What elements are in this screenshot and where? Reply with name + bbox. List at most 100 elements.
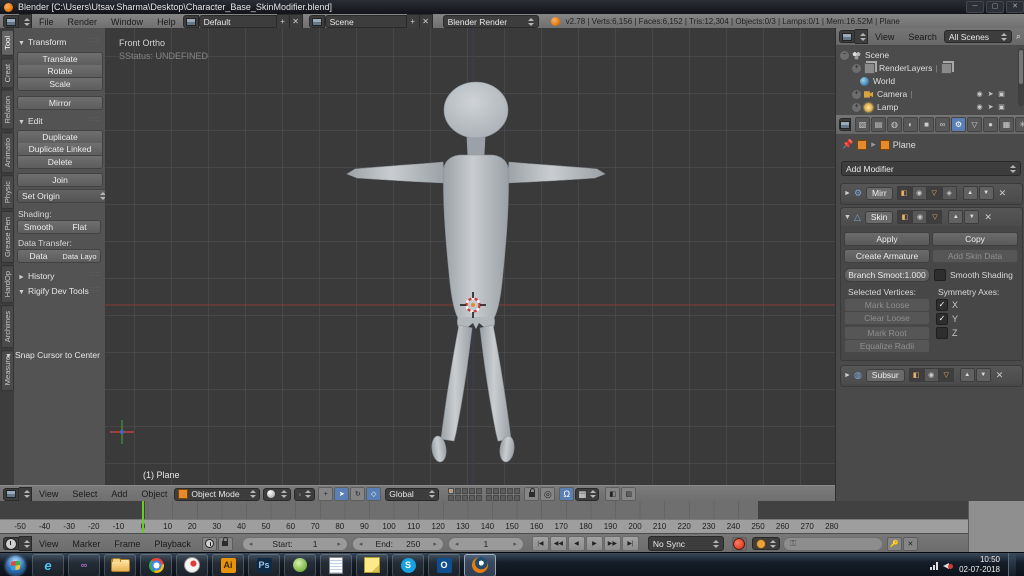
editor-type-info-button[interactable] — [3, 15, 19, 28]
panel-drag-dots[interactable]: :::: — [89, 116, 101, 123]
layer-toggle[interactable] — [486, 495, 492, 501]
play-button[interactable]: ▶ — [586, 536, 603, 551]
photoshop-icon[interactable]: Ps — [248, 554, 280, 576]
snap-element-select[interactable]: ▦ — [575, 488, 599, 501]
media-app-icon[interactable] — [176, 554, 208, 576]
screen-layout-field[interactable]: Default — [199, 15, 277, 28]
manipulator-scale-button[interactable]: ◇ — [366, 487, 381, 501]
illustrator-icon[interactable]: Ai — [212, 554, 244, 576]
scene-field[interactable]: Scene — [325, 15, 407, 28]
symmetry-x-option[interactable]: X — [936, 299, 958, 311]
duplicate-button[interactable]: Duplicate — [17, 130, 103, 144]
editor-type-arrows[interactable] — [19, 14, 32, 29]
panel-history-header[interactable]: ►History — [18, 271, 54, 281]
active-keying-set-field[interactable]: ⚿ — [783, 537, 883, 551]
editor-type-properties-button[interactable] — [839, 118, 851, 131]
delete-modifier-button[interactable]: ✕ — [999, 188, 1007, 199]
viewport-visibility-toggle[interactable]: ◉ — [912, 210, 927, 224]
tab-object[interactable]: ■ — [919, 117, 934, 132]
play-reverse-button[interactable]: ◀ — [568, 536, 585, 551]
pivot-point-select[interactable]: ◦ — [294, 488, 315, 501]
delete-modifier-button[interactable]: ✕ — [984, 212, 992, 223]
keying-set-select[interactable] — [752, 537, 780, 550]
layer-toggle[interactable] — [448, 495, 454, 501]
outliner-row-camera[interactable]: + Camera | — [852, 88, 915, 100]
cage-toggle[interactable]: ◈ — [942, 186, 957, 200]
scene-browse-button[interactable] — [309, 15, 325, 28]
equalize-radii-button[interactable]: Equalize Radii — [844, 339, 930, 353]
restrict-render-icon[interactable]: ▣ — [996, 90, 1007, 98]
expand-arrow-icon[interactable]: ► — [844, 190, 851, 197]
panel-edit-header[interactable]: ▼Edit — [18, 116, 43, 126]
screen-layout-delete-button[interactable]: ✕ — [290, 14, 303, 29]
tool-shelf-tab-tool[interactable]: Tool — [1, 30, 14, 56]
layer-toggle[interactable] — [507, 495, 513, 501]
menu-object[interactable]: Object — [134, 489, 174, 499]
modifier-name-field[interactable]: Subsur — [866, 369, 905, 382]
smooth-shading-option[interactable]: Smooth Shading — [934, 269, 1013, 281]
tab-particles[interactable]: ✳ — [1015, 117, 1024, 132]
auto-keyframe-button[interactable] — [732, 537, 747, 551]
outliner-display-select[interactable]: All Scenes — [944, 30, 1012, 43]
layer-toggle[interactable] — [514, 495, 520, 501]
layer-toggle[interactable] — [469, 488, 475, 494]
collapse-arrow-icon[interactable]: ▼ — [844, 214, 851, 221]
editor-type-arrows[interactable] — [855, 29, 868, 44]
outlook-icon[interactable]: O — [428, 554, 460, 576]
character-mesh[interactable] — [347, 82, 605, 463]
window-maximize-button[interactable]: ▢ — [986, 1, 1004, 13]
menu-window[interactable]: Window — [104, 17, 150, 27]
start-button[interactable] — [2, 555, 28, 576]
taskbar-clock[interactable]: 10:50 02-07-2018 — [959, 555, 1000, 575]
outliner-row-world[interactable]: World — [860, 75, 895, 87]
move-modifier-up-button[interactable]: ▲ — [963, 186, 978, 200]
pin-icon[interactable]: 📌 — [842, 139, 853, 150]
edit-mode-toggle[interactable]: ▽ — [927, 210, 942, 224]
data-transfer-data-button[interactable]: Data — [17, 249, 60, 263]
restrict-select-icon[interactable]: ➤ — [985, 90, 996, 98]
manipulator-translate-button[interactable]: ➤ — [334, 487, 349, 501]
lock-time-button[interactable] — [218, 537, 233, 551]
menu-view[interactable]: View — [32, 489, 65, 499]
tool-shelf-tab-animatio[interactable]: Animatio — [1, 132, 14, 173]
collapse-icon[interactable]: − — [840, 51, 849, 60]
viewport-visibility-toggle[interactable]: ◉ — [912, 186, 927, 200]
editor-type-timeline-button[interactable] — [3, 537, 19, 550]
clear-loose-button[interactable]: Clear Loose — [844, 311, 930, 325]
window-close-button[interactable]: ✕ — [1006, 1, 1024, 13]
outliner-row-lamp[interactable]: + Lamp — [852, 101, 898, 113]
add-modifier-select[interactable]: Add Modifier — [841, 161, 1021, 176]
screen-layout-add-button[interactable]: + — [277, 14, 290, 29]
opengl-render-anim-button[interactable]: ▨ — [621, 487, 636, 501]
tab-texture[interactable]: ▦ — [999, 117, 1014, 132]
search-icon[interactable]: ⌕ — [1016, 31, 1021, 42]
expand-arrow-icon[interactable]: ► — [844, 372, 851, 379]
modifier-name-field[interactable]: Skin — [865, 211, 894, 224]
editor-type-3d-button[interactable] — [3, 488, 19, 501]
render-visibility-toggle[interactable]: ◧ — [897, 210, 912, 224]
symmetry-x-checkbox[interactable] — [936, 299, 948, 311]
timeline-playhead[interactable] — [142, 501, 144, 533]
move-modifier-down-button[interactable]: ▼ — [976, 368, 991, 382]
snap-magnet-button[interactable]: Ω — [559, 487, 574, 501]
menu-file[interactable]: File — [32, 17, 61, 27]
android-studio-icon[interactable] — [284, 554, 316, 576]
viewport-visibility-toggle[interactable]: ◉ — [924, 368, 939, 382]
layer-toggle[interactable] — [493, 495, 499, 501]
move-modifier-down-button[interactable]: ▼ — [964, 210, 979, 224]
chrome-icon[interactable] — [140, 554, 172, 576]
panel-rigify-header[interactable]: ▼Rigify Dev Tools — [18, 286, 89, 296]
proportional-edit-button[interactable]: ◎ — [540, 487, 555, 501]
start-frame-field[interactable]: ◂ Start: 1 ▸ — [242, 537, 348, 551]
symmetry-y-option[interactable]: Y — [936, 313, 958, 325]
opengl-render-image-button[interactable]: ◧ — [605, 487, 620, 501]
restrict-render-icon[interactable]: ▣ — [996, 103, 1007, 111]
layer-toggle[interactable] — [486, 488, 492, 494]
tab-render-layers[interactable]: ▤ — [871, 117, 886, 132]
layer-toggle[interactable] — [455, 488, 461, 494]
next-keyframe-button[interactable]: ▶▶ — [604, 536, 621, 551]
layer-toggle[interactable] — [476, 488, 482, 494]
editor-type-outliner-button[interactable] — [839, 30, 855, 43]
editor-type-arrows[interactable] — [19, 487, 32, 502]
prev-keyframe-button[interactable]: ◀◀ — [550, 536, 567, 551]
